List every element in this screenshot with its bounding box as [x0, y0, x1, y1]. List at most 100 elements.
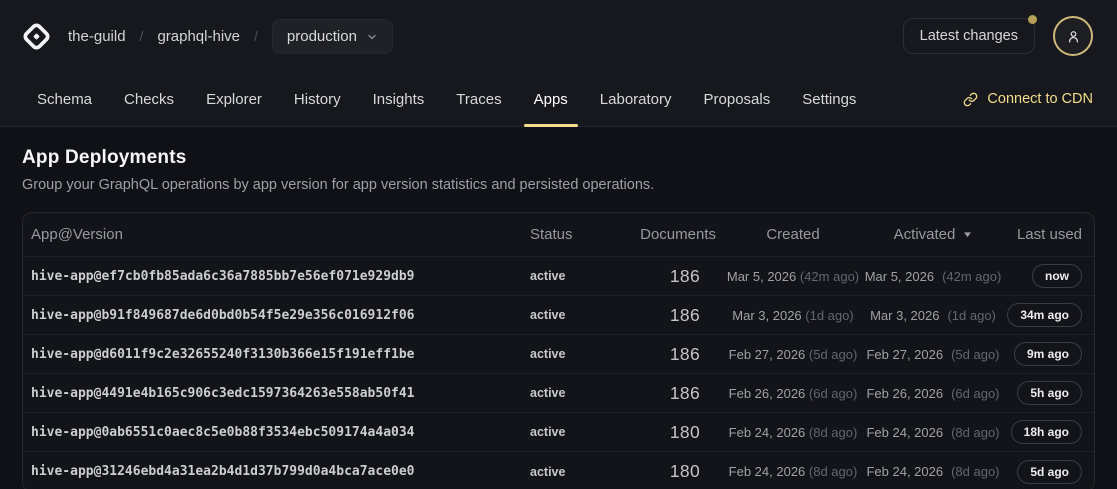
- date-absolute: Feb 24, 2026: [729, 425, 806, 440]
- last-used-badge: 5h ago: [1017, 381, 1082, 405]
- status-value: active: [523, 269, 615, 283]
- date-relative: (42m ago): [800, 269, 859, 284]
- date-absolute: Mar 5, 2026: [865, 269, 934, 284]
- table-row[interactable]: hive-app@31246ebd4a31ea2b4d1d37b799d0a4b…: [23, 452, 1094, 489]
- column-header-label: Activated: [894, 226, 956, 243]
- date-relative: (1d ago): [947, 308, 995, 323]
- tab-schema[interactable]: Schema: [21, 72, 108, 126]
- created-date: Mar 3, 2026 (1d ago): [720, 308, 866, 323]
- column-header-status: Status: [523, 226, 615, 243]
- column-header-last-used: Last used: [1000, 226, 1082, 243]
- tab-settings[interactable]: Settings: [786, 72, 872, 126]
- date-relative: (8d ago): [951, 464, 999, 479]
- activated-date: Feb 26, 2026 (6d ago): [866, 386, 1000, 401]
- last-used-badge: 34m ago: [1007, 303, 1082, 327]
- activated-date: Mar 3, 2026 (1d ago): [866, 308, 1000, 323]
- tab-checks[interactable]: Checks: [108, 72, 190, 126]
- activated-date: Feb 24, 2026 (8d ago): [866, 464, 1000, 479]
- page-title: App Deployments: [22, 147, 1095, 169]
- sort-desc-icon: [963, 231, 972, 238]
- connect-to-cdn-label: Connect to CDN: [987, 91, 1093, 107]
- status-value: active: [523, 386, 615, 400]
- documents-count: 180: [615, 422, 720, 443]
- top-bar: the-guild / graphql-hive / production La…: [0, 0, 1117, 72]
- tab-apps[interactable]: Apps: [518, 72, 584, 126]
- activated-date: Feb 27, 2026 (5d ago): [866, 347, 1000, 362]
- latest-changes-button[interactable]: Latest changes: [903, 18, 1035, 54]
- status-value: active: [523, 425, 615, 439]
- top-bar-right: Latest changes: [903, 16, 1093, 56]
- page-subtitle: Group your GraphQL operations by app ver…: [22, 177, 1095, 193]
- table-row[interactable]: hive-app@4491e4b165c906c3edc1597364263e5…: [23, 374, 1094, 413]
- created-date: Feb 27, 2026 (5d ago): [720, 347, 866, 362]
- last-used-badge: 18h ago: [1011, 420, 1082, 444]
- last-used-cell: 5d ago: [1000, 460, 1082, 484]
- created-date: Feb 26, 2026 (6d ago): [720, 386, 866, 401]
- last-used-cell: 34m ago: [1000, 303, 1082, 327]
- table-row[interactable]: hive-app@0ab6551c0aec8c5e0b88f3534ebc509…: [23, 413, 1094, 452]
- tab-explorer[interactable]: Explorer: [190, 72, 278, 126]
- table-row[interactable]: hive-app@d6011f9c2e32655240f3130b366e15f…: [23, 335, 1094, 374]
- hive-logo-icon[interactable]: [20, 20, 53, 53]
- column-header-activated[interactable]: Activated: [866, 226, 1000, 243]
- documents-count: 186: [615, 383, 720, 404]
- table-row[interactable]: hive-app@b91f849687de6d0bd0b54f5e29e356c…: [23, 296, 1094, 335]
- last-used-cell: 18h ago: [1000, 420, 1082, 444]
- date-relative: (5d ago): [809, 347, 857, 362]
- documents-count: 186: [615, 266, 720, 287]
- last-used-badge: 5d ago: [1017, 460, 1082, 484]
- main-content: App Deployments Group your GraphQL opera…: [0, 127, 1117, 489]
- target-selector[interactable]: production: [272, 19, 393, 54]
- status-value: active: [523, 465, 615, 479]
- app-version-id[interactable]: hive-app@ef7cb0fb85ada6c36a7885bb7e56ef0…: [31, 269, 523, 284]
- app-version-id[interactable]: hive-app@b91f849687de6d0bd0b54f5e29e356c…: [31, 308, 523, 323]
- connect-to-cdn-link[interactable]: Connect to CDN: [963, 72, 1093, 126]
- status-value: active: [523, 308, 615, 322]
- column-header-documents: Documents: [615, 226, 720, 243]
- column-header-created[interactable]: Created: [720, 226, 866, 243]
- date-relative: (8d ago): [809, 464, 857, 479]
- app-version-id[interactable]: hive-app@d6011f9c2e32655240f3130b366e15f…: [31, 347, 523, 362]
- tab-insights[interactable]: Insights: [357, 72, 441, 126]
- tab-label: History: [294, 91, 341, 108]
- breadcrumb-project[interactable]: graphql-hive: [157, 28, 240, 45]
- date-absolute: Feb 26, 2026: [866, 386, 943, 401]
- table-row[interactable]: hive-app@ef7cb0fb85ada6c36a7885bb7e56ef0…: [23, 257, 1094, 296]
- last-used-cell: now: [1000, 264, 1082, 288]
- tab-bar: Schema Checks Explorer History Insights …: [0, 72, 1117, 126]
- date-relative: (5d ago): [951, 347, 999, 362]
- breadcrumb-separator: /: [254, 28, 258, 44]
- date-absolute: Feb 26, 2026: [729, 386, 806, 401]
- date-absolute: Mar 5, 2026: [727, 269, 796, 284]
- date-absolute: Mar 3, 2026: [870, 308, 939, 323]
- date-absolute: Feb 27, 2026: [866, 347, 943, 362]
- app-version-id[interactable]: hive-app@31246ebd4a31ea2b4d1d37b799d0a4b…: [31, 464, 523, 479]
- tab-history[interactable]: History: [278, 72, 357, 126]
- last-used-badge: 9m ago: [1014, 342, 1082, 366]
- breadcrumb: the-guild / graphql-hive / production: [68, 19, 393, 54]
- date-absolute: Mar 3, 2026: [732, 308, 801, 323]
- tab-laboratory[interactable]: Laboratory: [584, 72, 688, 126]
- tab-label: Explorer: [206, 91, 262, 108]
- documents-count: 186: [615, 305, 720, 326]
- breadcrumb-org[interactable]: the-guild: [68, 28, 126, 45]
- user-icon: [1065, 28, 1082, 45]
- link-icon: [963, 92, 978, 107]
- documents-count: 186: [615, 344, 720, 365]
- app-version-id[interactable]: hive-app@0ab6551c0aec8c5e0b88f3534ebc509…: [31, 425, 523, 440]
- date-relative: (8d ago): [809, 425, 857, 440]
- hive-diamond-icon: [20, 20, 53, 53]
- top-chrome: the-guild / graphql-hive / production La…: [0, 0, 1117, 127]
- last-used-badge: now: [1032, 264, 1082, 288]
- tab-label: Schema: [37, 91, 92, 108]
- tab-traces[interactable]: Traces: [440, 72, 517, 126]
- date-relative: (1d ago): [805, 308, 853, 323]
- created-date: Mar 5, 2026 (42m ago): [720, 269, 866, 284]
- app-version-id[interactable]: hive-app@4491e4b165c906c3edc1597364263e5…: [31, 386, 523, 401]
- date-relative: (6d ago): [951, 386, 999, 401]
- breadcrumb-separator: /: [140, 28, 144, 44]
- tab-proposals[interactable]: Proposals: [688, 72, 787, 126]
- user-avatar[interactable]: [1053, 16, 1093, 56]
- date-absolute: Feb 24, 2026: [866, 425, 943, 440]
- date-relative: (6d ago): [809, 386, 857, 401]
